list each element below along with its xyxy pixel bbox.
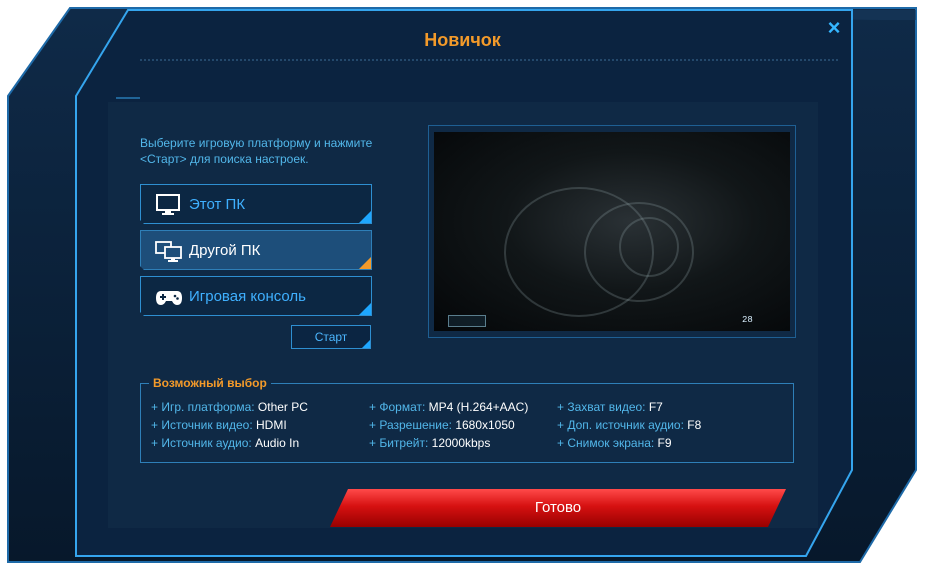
start-button[interactable]: Старт xyxy=(291,325,371,349)
options-title: Возможный выбор xyxy=(149,376,271,390)
options-summary: Возможный выбор + Игр. платформа: Other … xyxy=(140,376,794,463)
platform-this-pc-button[interactable]: Этот ПК xyxy=(140,184,372,224)
corner-marker xyxy=(362,340,370,348)
tunnel-ring xyxy=(619,217,679,277)
start-label: Старт xyxy=(314,330,348,344)
platform-label: Другой ПК xyxy=(189,242,261,259)
corner-marker xyxy=(359,303,371,315)
platform-label: Этот ПК xyxy=(189,196,246,213)
hud-ammo-counter: 28 xyxy=(742,315,753,325)
corner-marker xyxy=(359,257,371,269)
gamepad-icon xyxy=(155,285,183,309)
platform-label: Игровая консоль xyxy=(189,288,306,305)
option-screenshot-key: + Снимок экрана: F9 xyxy=(557,436,672,450)
platform-console-button[interactable]: Игровая консоль xyxy=(140,276,372,316)
close-icon[interactable]: × xyxy=(822,16,846,40)
option-resolution: + Разрешение: 1680x1050 xyxy=(369,418,515,432)
option-video-source: + Источник видео: HDMI xyxy=(151,418,287,432)
instructions-text: Выберите игровую платформу и нажмите <Ст… xyxy=(140,136,373,166)
dual-monitor-icon xyxy=(155,239,183,263)
window-title: Новичок xyxy=(424,30,501,50)
option-bitrate: + Битрейт: 12000kbps xyxy=(369,436,491,450)
corner-marker xyxy=(359,211,371,223)
option-audio-source: + Источник аудио: Audio In xyxy=(151,436,300,450)
done-button[interactable]: Готово xyxy=(330,489,786,527)
game-preview-image: 28 xyxy=(434,132,790,331)
option-extra-audio-key: + Доп. источник аудио: F8 xyxy=(557,418,702,432)
platform-other-pc-button[interactable]: Другой ПК xyxy=(140,230,372,270)
monitor-icon xyxy=(155,193,183,217)
option-platform: + Игр. платформа: Other PC xyxy=(151,400,308,414)
hud-health-indicator xyxy=(448,315,486,327)
option-format: + Формат: MP4 (H.264+AAC) xyxy=(369,400,529,414)
option-video-capture-key: + Захват видео: F7 xyxy=(557,400,663,414)
